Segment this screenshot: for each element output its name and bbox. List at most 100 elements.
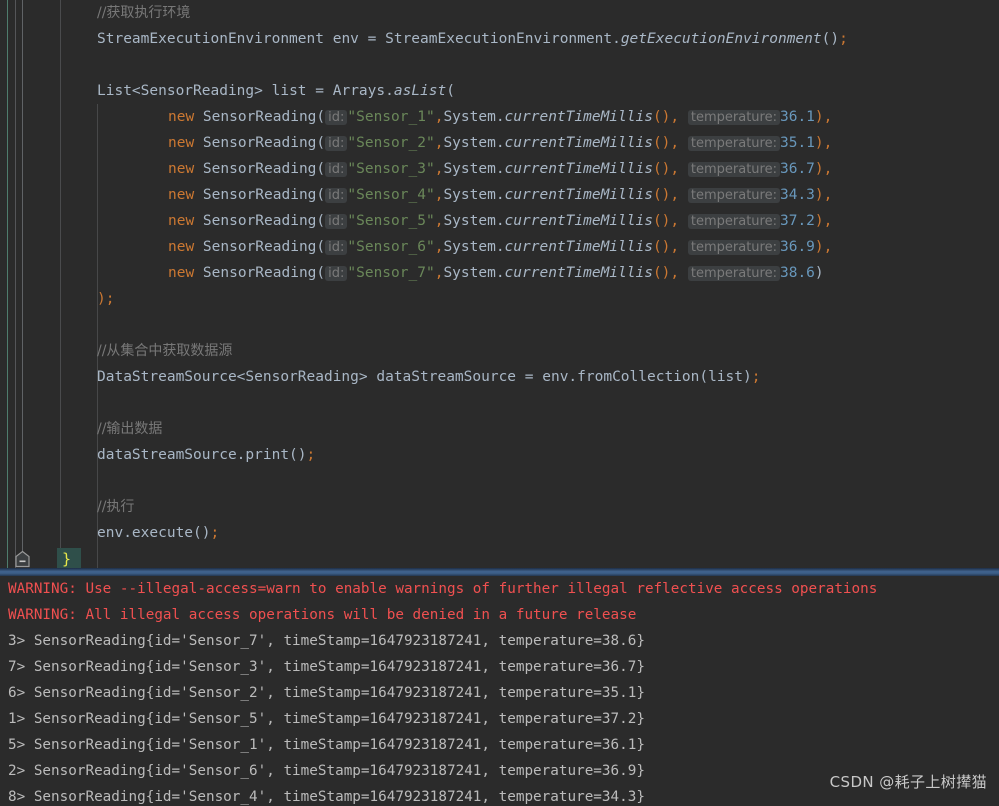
console-line-output: 5> SensorReading{id='Sensor_1', timeStam… — [8, 737, 645, 753]
row-tail-token: ), — [814, 135, 833, 151]
comment-text: //执行 — [97, 499, 135, 515]
code-line-sensor-row: new SensorReading(id: "Sensor_3",System.c… — [0, 156, 999, 182]
param-hint-temperature: temperature: — [687, 240, 780, 255]
row-tail-token: ), — [814, 239, 833, 255]
datastream-assign-token: = — [524, 369, 543, 385]
code-line-print-call: dataStreamSource.print(); — [0, 442, 999, 468]
code-line-execute-call: env.execute(); — [0, 520, 999, 546]
comment-text: //输出数据 — [97, 421, 163, 437]
current-time-millis-token: currentTimeMillis — [504, 135, 653, 151]
param-hint-temperature: temperature: — [687, 110, 780, 125]
current-time-millis-token: currentTimeMillis — [504, 213, 653, 229]
current-time-millis-token: currentTimeMillis — [504, 161, 653, 177]
list-dot-token: . — [385, 83, 394, 99]
param-hint-id: id: — [325, 188, 348, 203]
new-keyword: new — [168, 265, 203, 281]
editor-console-divider[interactable] — [0, 568, 999, 576]
class-token: StreamExecutionEnvironment — [385, 31, 613, 47]
code-line-list-declaration: List<SensorReading> list = Arrays.asList… — [0, 78, 999, 104]
temperature-value: 36.7 — [779, 161, 815, 177]
current-time-millis-token: currentTimeMillis — [504, 109, 653, 125]
param-hint-id: id: — [325, 214, 348, 229]
param-hint-id: id: — [325, 162, 348, 177]
code-line-sensor-row: new SensorReading(id: "Sensor_2",System.c… — [0, 130, 999, 156]
comment-text: //从集合中获取数据源 — [97, 343, 233, 359]
code-line-comment-execute: //执行 — [0, 494, 999, 520]
code-editor-pane[interactable]: //获取执行环境 StreamExecutionEnvironment env … — [0, 0, 999, 568]
row-tail-token: ), — [814, 213, 833, 229]
constructor-token: SensorReading( — [202, 135, 326, 151]
system-token: System. — [443, 109, 505, 125]
temperature-value: 35.1 — [779, 135, 815, 151]
sensor-id-string: "Sensor_1" — [347, 109, 435, 125]
method-token: getExecutionEnvironment — [620, 31, 822, 47]
constructor-token: SensorReading( — [202, 161, 326, 177]
current-time-millis-token: currentTimeMillis — [504, 239, 653, 255]
list-assign-token: = — [315, 83, 333, 99]
new-keyword: new — [168, 187, 203, 203]
current-time-millis-token: currentTimeMillis — [504, 187, 653, 203]
param-hint-id: id: — [325, 240, 348, 255]
new-keyword: new — [168, 239, 203, 255]
datastream-var-token: dataStreamSource — [367, 369, 525, 385]
temperature-value: 36.9 — [779, 239, 815, 255]
type-token: StreamExecutionEnvironment — [97, 31, 324, 47]
temperature-value: 37.2 — [779, 213, 815, 229]
code-line-closing-brace: } — [0, 548, 999, 568]
aslist-method-token: asList — [393, 83, 447, 99]
arrays-class-token: Arrays — [332, 83, 386, 99]
sensor-id-string: "Sensor_2" — [347, 135, 435, 151]
assign-token: = — [367, 31, 386, 47]
list-var-token: list — [262, 83, 316, 99]
code-line-sensor-row: new SensorReading(id: "Sensor_1",System.c… — [0, 104, 999, 130]
temperature-value: 38.6 — [779, 265, 815, 281]
row-tail-token: ), — [814, 187, 833, 203]
code-line-sensor-row: new SensorReading(id: "Sensor_4",System.c… — [0, 182, 999, 208]
parens-comma-token: (), — [652, 135, 680, 151]
execute-call-token: env.execute() — [97, 525, 211, 541]
close-paren-semicolon: ); — [97, 291, 115, 307]
console-line-warning: WARNING: All illegal access operations w… — [8, 607, 637, 623]
temperature-value: 36.1 — [779, 109, 815, 125]
sensor-id-string: "Sensor_4" — [347, 187, 435, 203]
param-hint-id: id: — [325, 266, 348, 281]
code-line-env-declaration: StreamExecutionEnvironment env = StreamE… — [0, 26, 999, 52]
parens-comma-token: (), — [652, 213, 680, 229]
sensor-id-string: "Sensor_6" — [347, 239, 435, 255]
parens-comma-token: (), — [652, 187, 680, 203]
datastream-type-token: DataStreamSource<SensorReading> — [97, 369, 368, 385]
semicolon-token: ; — [306, 447, 316, 463]
console-line-output: 7> SensorReading{id='Sensor_3', timeStam… — [8, 659, 645, 675]
new-keyword: new — [168, 213, 203, 229]
console-line-output: 1> SensorReading{id='Sensor_5', timeStam… — [8, 711, 645, 727]
param-hint-id: id: — [325, 110, 348, 125]
system-token: System. — [443, 239, 505, 255]
temperature-value: 34.3 — [779, 187, 815, 203]
from-collection-call: env.fromCollection(list) — [542, 369, 752, 385]
param-hint-temperature: temperature: — [687, 162, 780, 177]
code-line-datastream-declaration: DataStreamSource<SensorReading> dataStre… — [0, 364, 999, 390]
code-line-comment-get-env: //获取执行环境 — [0, 0, 999, 26]
system-token: System. — [443, 187, 505, 203]
semicolon-token: ; — [839, 31, 848, 47]
param-hint-temperature: temperature: — [687, 188, 780, 203]
parens-comma-token: (), — [652, 265, 680, 281]
list-type-token: List<SensorReading> — [97, 83, 263, 99]
sensor-id-string: "Sensor_5" — [347, 213, 435, 229]
row-tail-token: ), — [814, 161, 833, 177]
param-hint-temperature: temperature: — [687, 136, 780, 151]
var-token: env — [323, 31, 368, 47]
parens-token: () — [821, 31, 840, 47]
console-line-output: 6> SensorReading{id='Sensor_2', timeStam… — [8, 685, 645, 701]
sensor-id-string: "Sensor_3" — [347, 161, 435, 177]
closing-brace-token: } — [62, 550, 72, 568]
list-open-paren: ( — [446, 83, 455, 99]
system-token: System. — [443, 265, 505, 281]
code-line-blank-1 — [0, 52, 999, 78]
param-hint-temperature: temperature: — [687, 214, 780, 229]
console-line-output: 3> SensorReading{id='Sensor_7', timeStam… — [8, 633, 645, 649]
parens-comma-token: (), — [652, 161, 680, 177]
code-content[interactable]: //获取执行环境 StreamExecutionEnvironment env … — [0, 0, 999, 546]
semicolon-token: ; — [210, 525, 220, 541]
code-line-sensor-row: new SensorReading(id: "Sensor_6",System.c… — [0, 234, 999, 260]
